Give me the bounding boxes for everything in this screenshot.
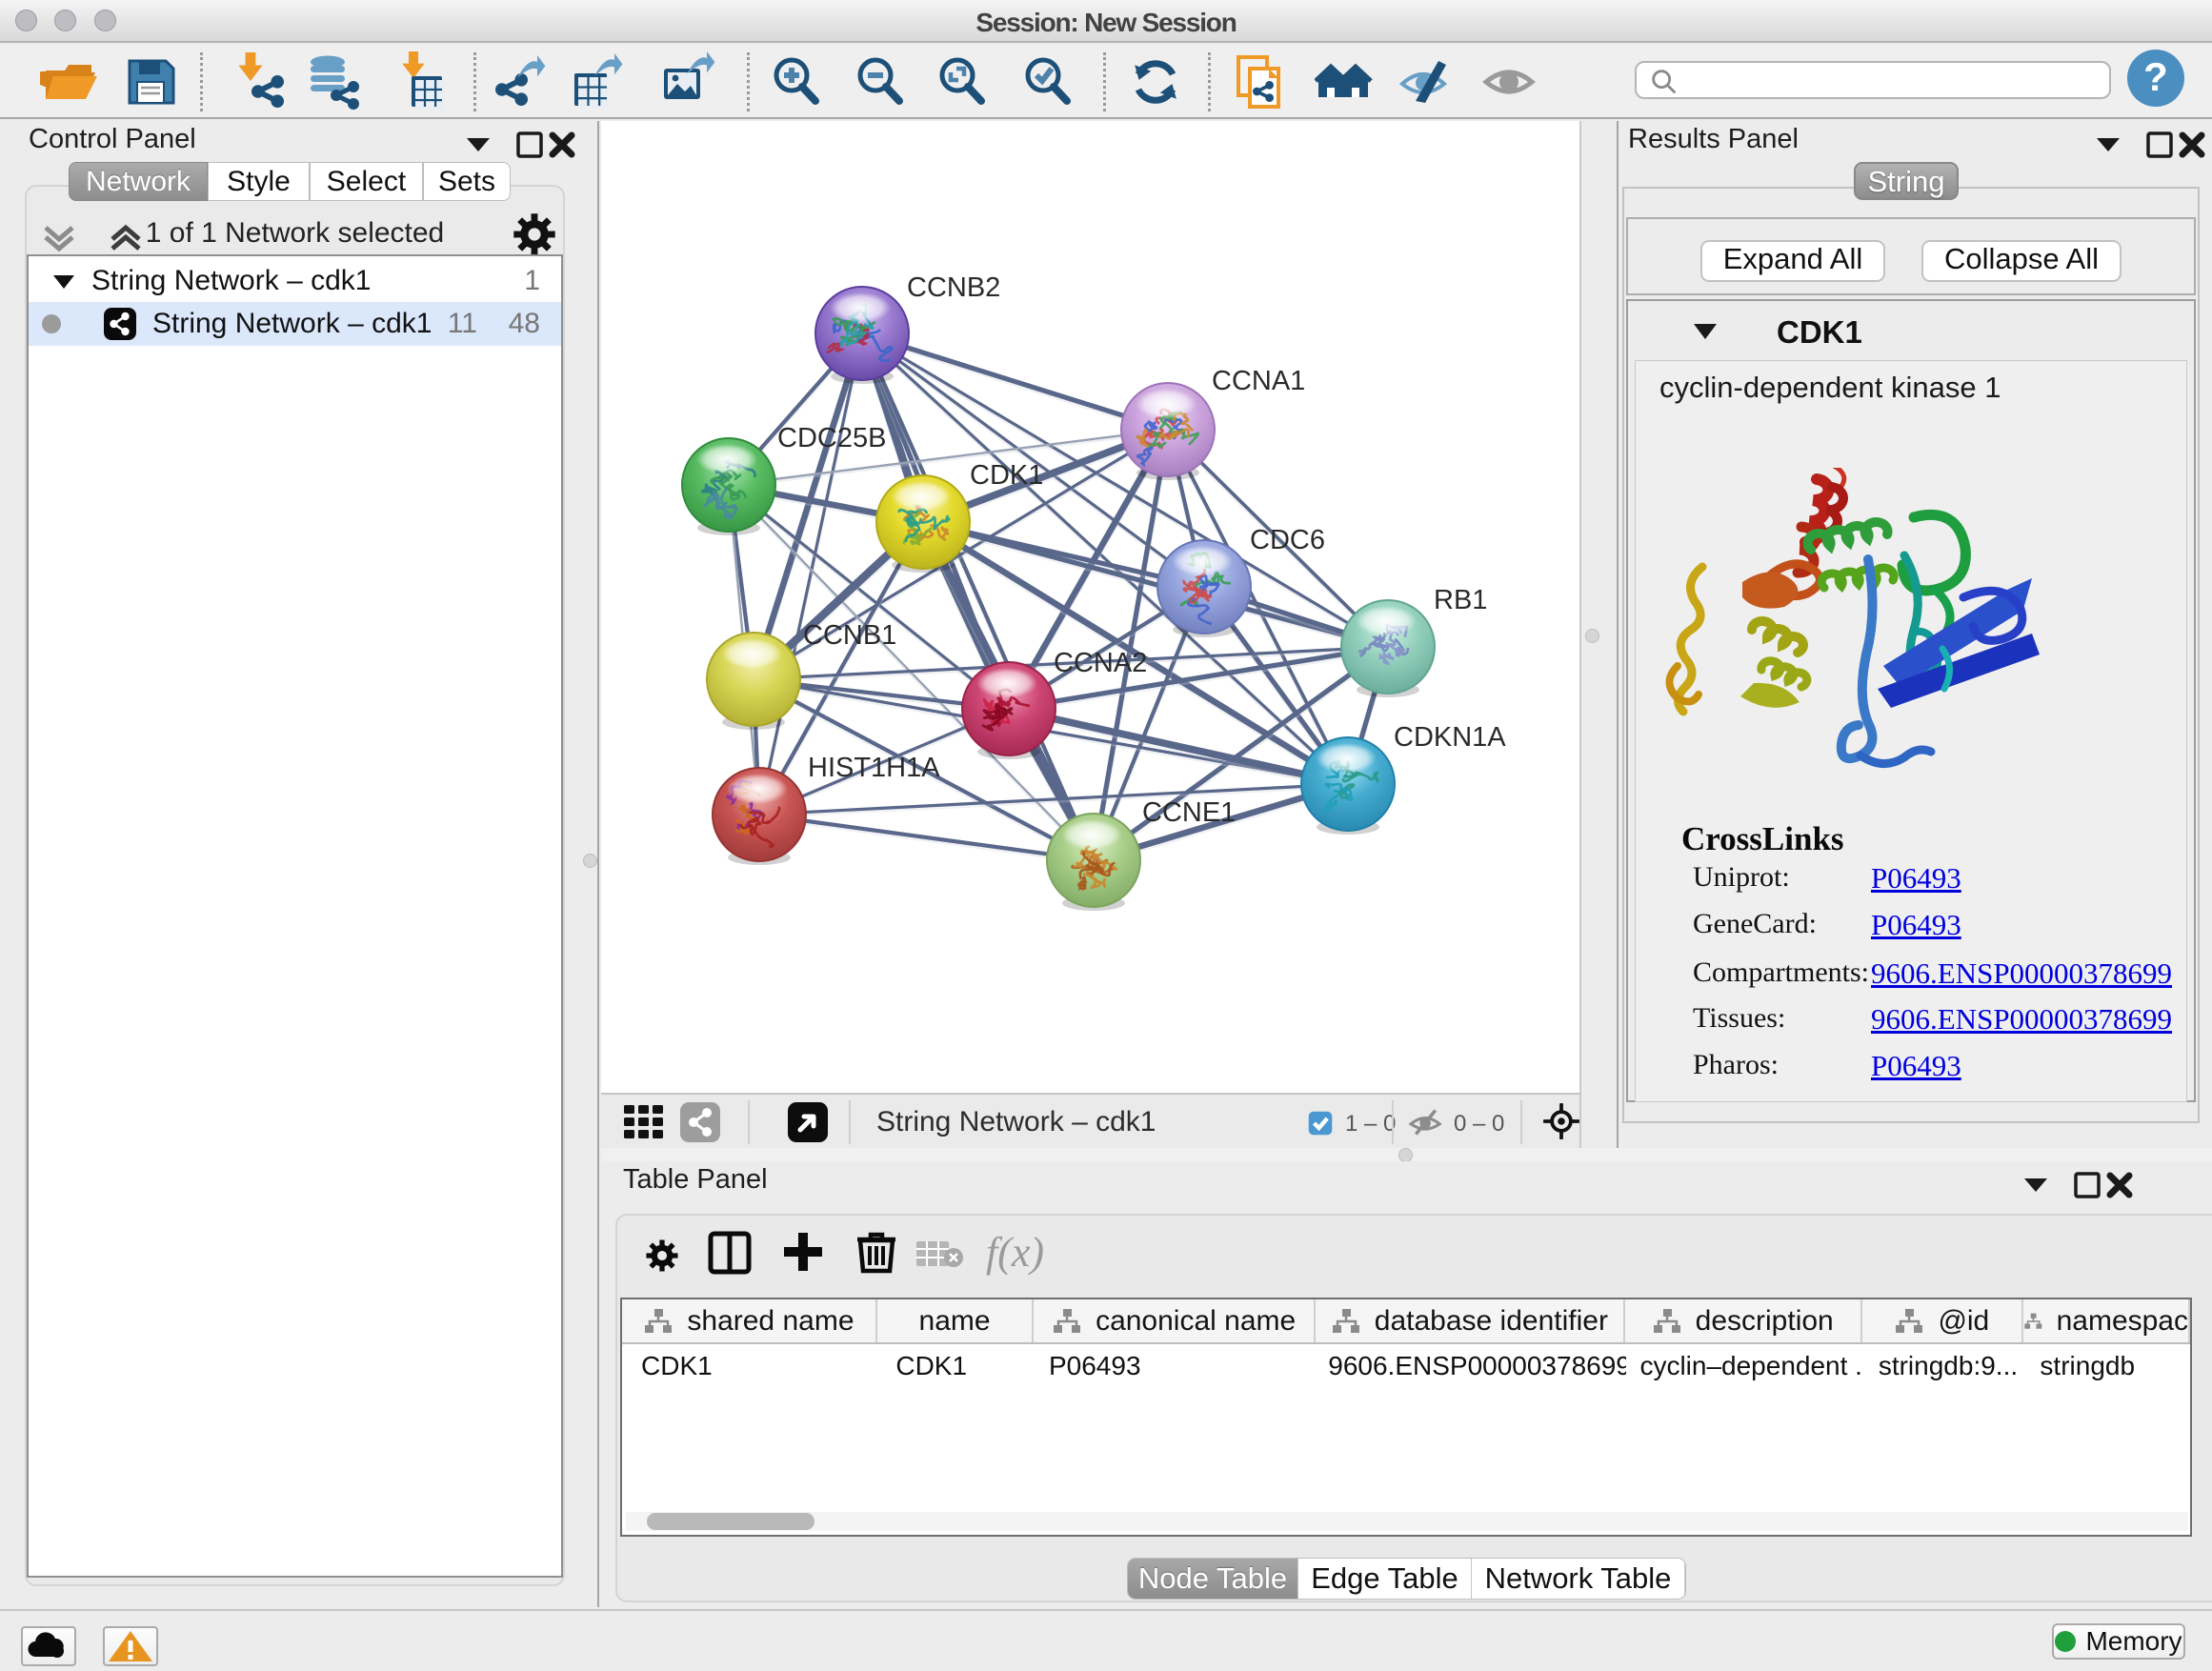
svg-text:CCNE1: CCNE1 xyxy=(1142,797,1236,828)
svg-text:CDC6: CDC6 xyxy=(1250,525,1325,555)
svg-text:CCNA1: CCNA1 xyxy=(1212,366,1305,396)
svg-text:CCNA2: CCNA2 xyxy=(1054,648,1147,678)
svg-text:CDKN1A: CDKN1A xyxy=(1394,722,1506,753)
svg-text:CDK1: CDK1 xyxy=(970,460,1043,491)
svg-text:CCNB1: CCNB1 xyxy=(803,620,896,651)
svg-text:HIST1H1A: HIST1H1A xyxy=(808,753,940,783)
svg-text:CCNB2: CCNB2 xyxy=(907,272,1000,303)
svg-text:RB1: RB1 xyxy=(1434,585,1487,615)
svg-text:CDC25B: CDC25B xyxy=(777,423,886,453)
